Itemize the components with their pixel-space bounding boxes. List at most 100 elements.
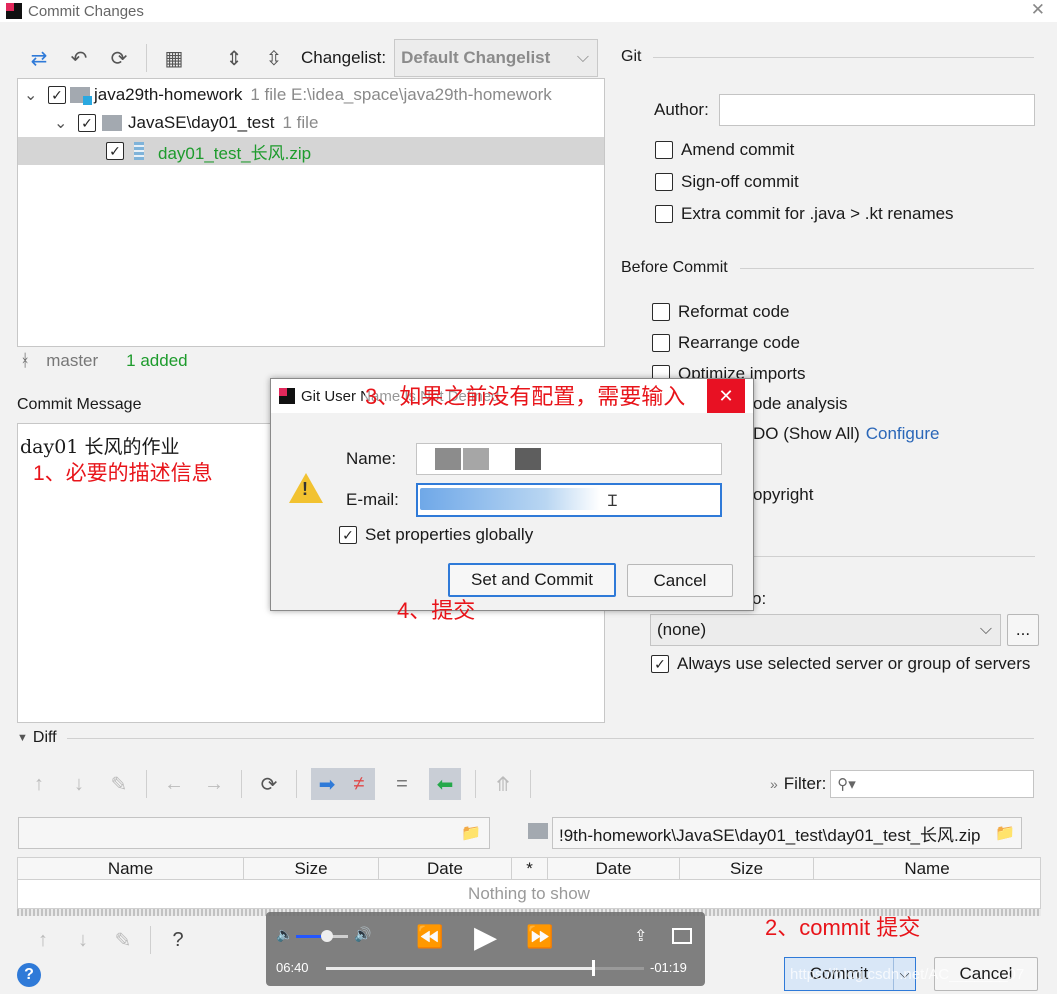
expand-chevron-icon[interactable]: ⌄: [24, 85, 40, 105]
column-header[interactable]: Name: [18, 858, 244, 879]
column-header[interactable]: Size: [244, 858, 379, 879]
diff-header: ▼ Diff: [17, 729, 1034, 747]
title-bar: Commit Changes ✕: [0, 0, 1057, 22]
volume-high-icon[interactable]: 🔊: [354, 926, 371, 943]
elapsed-time: 06:40: [276, 960, 309, 975]
copy-left-icon[interactable]: ⬅: [429, 768, 461, 800]
refresh-icon[interactable]: ⟳: [106, 45, 132, 71]
help-icon[interactable]: ?: [165, 927, 191, 953]
previous-difference-icon[interactable]: ↑: [26, 771, 52, 797]
playback-progress[interactable]: [326, 960, 644, 976]
column-header[interactable]: Date: [548, 858, 680, 879]
column-header[interactable]: Name: [814, 858, 1040, 879]
toolbar-divider: [146, 44, 147, 72]
collapse-all-icon[interactable]: ⇳: [261, 45, 287, 71]
configure-link[interactable]: Configure: [866, 424, 940, 444]
merge-icon[interactable]: ⤊: [490, 771, 516, 797]
picture-in-picture-icon[interactable]: [672, 928, 692, 944]
server-select[interactable]: (none) ⌵: [650, 614, 1001, 646]
dialog-close-icon[interactable]: ✕: [707, 379, 745, 413]
dialog-cancel-button[interactable]: Cancel: [627, 564, 733, 597]
branch-name[interactable]: master: [46, 351, 98, 371]
amend-commit-option[interactable]: Amend commit: [655, 134, 954, 166]
rollback-icon[interactable]: ↶: [66, 45, 92, 71]
checkbox[interactable]: [652, 333, 670, 352]
set-and-commit-button[interactable]: Set and Commit: [448, 563, 616, 597]
extra-commit-option[interactable]: Extra commit for .java > .kt renames: [655, 198, 954, 230]
tree-checkbox[interactable]: ✓: [78, 114, 96, 132]
column-header[interactable]: Date: [379, 858, 512, 879]
reformat-code-option[interactable]: Reformat code: [652, 296, 806, 327]
checkbox[interactable]: [655, 141, 673, 159]
window-close-icon[interactable]: ✕: [1031, 0, 1045, 20]
todo-label[interactable]: DO (Show All): [753, 424, 860, 444]
rewind-icon[interactable]: ⏪: [416, 924, 443, 950]
tree-node-label: day01_test_长风.zip: [158, 143, 312, 163]
tree-checkbox[interactable]: ✓: [106, 142, 124, 160]
rearrange-code-option[interactable]: Rearrange code: [652, 327, 806, 358]
edit-source-icon[interactable]: ✎: [110, 927, 136, 953]
compare-equal-icon[interactable]: ➡: [311, 768, 343, 800]
right-path-field[interactable]: !9th-homework\JavaSE\day01_test\day01_te…: [552, 817, 1022, 849]
copyright-label[interactable]: opyright: [753, 485, 813, 505]
column-header[interactable]: *: [512, 858, 548, 879]
fast-forward-icon[interactable]: ⏩: [526, 924, 553, 950]
archive-file-icon: [134, 142, 144, 160]
option-label: Rearrange code: [678, 332, 800, 352]
next-difference-icon[interactable]: ↓: [70, 927, 96, 953]
expand-chevron-icon[interactable]: ⌄: [54, 113, 70, 133]
changelist-select[interactable]: Default Changelist ⌵: [394, 39, 599, 77]
tree-node-project[interactable]: ⌄ ✓ java29th-homework 1 file E:\idea_spa…: [18, 81, 604, 109]
volume-low-icon[interactable]: 🔈: [276, 926, 293, 943]
volume-slider[interactable]: [296, 930, 348, 942]
server-more-button[interactable]: ...: [1007, 614, 1039, 646]
group-by-icon[interactable]: ▦: [161, 45, 187, 71]
code-analysis-label[interactable]: ode analysis: [753, 394, 848, 414]
folder-icon: [528, 823, 548, 839]
git-user-dialog: Git User Name Is Not Defined 3、如果之前没有配置，…: [270, 378, 754, 611]
checkbox[interactable]: [652, 302, 670, 321]
changes-tree: ⌄ ✓ java29th-homework 1 file E:\idea_spa…: [17, 78, 605, 347]
previous-file-icon[interactable]: ←: [161, 771, 187, 797]
next-difference-icon[interactable]: ↓: [66, 771, 92, 797]
branch-icon: ᚼ: [20, 351, 31, 370]
filter-input[interactable]: ⚲▾: [830, 770, 1035, 798]
sign-off-option[interactable]: Sign-off commit: [655, 166, 954, 198]
checkbox[interactable]: [655, 205, 673, 223]
folder-open-icon[interactable]: 📁: [995, 823, 1015, 843]
search-icon[interactable]: ⚲▾: [837, 775, 856, 793]
changes-toolbar: ⇄ ↶ ⟳ ▦ ⇕ ⇳ Changelist: Default Changeli…: [26, 39, 606, 77]
tree-checkbox[interactable]: ✓: [48, 86, 66, 104]
always-use-server-option[interactable]: ✓ Always use selected server or group of…: [651, 654, 1030, 674]
folder-open-icon[interactable]: 📁: [461, 823, 481, 843]
checkbox[interactable]: [655, 173, 673, 191]
move-changes-icon[interactable]: ⇄: [26, 45, 52, 71]
column-header[interactable]: Size: [680, 858, 814, 879]
refresh-icon[interactable]: ⟳: [256, 771, 282, 797]
share-icon[interactable]: ⇪: [634, 926, 647, 946]
left-path-field[interactable]: 📁: [18, 817, 490, 849]
edit-source-icon[interactable]: ✎: [106, 771, 132, 797]
set-globally-option[interactable]: ✓ Set properties globally: [339, 525, 533, 545]
compare-same-icon[interactable]: =: [389, 771, 415, 797]
play-icon[interactable]: ▶: [474, 920, 497, 955]
annotation-commit: 2、commit 提交: [765, 915, 921, 940]
previous-difference-icon[interactable]: ↑: [30, 927, 56, 953]
email-input[interactable]: Ɪ: [416, 483, 722, 517]
tree-node-file[interactable]: ✓ day01_test_长风.zip: [18, 137, 604, 165]
todo-row: DO (Show All) Configure: [753, 424, 939, 444]
name-input[interactable]: [416, 443, 722, 475]
help-button[interactable]: ?: [17, 963, 41, 987]
collapse-triangle-icon[interactable]: ▼: [17, 732, 28, 744]
author-input[interactable]: [718, 94, 1035, 126]
checkbox[interactable]: ✓: [651, 655, 669, 673]
diff-heading: Diff: [32, 729, 57, 746]
checkbox[interactable]: ✓: [339, 526, 357, 544]
tree-node-folder[interactable]: ⌄ ✓ JavaSE\day01_test 1 file: [18, 109, 604, 137]
git-options: Amend commit Sign-off commit Extra commi…: [655, 134, 954, 230]
expand-all-icon[interactable]: ⇕: [221, 45, 247, 71]
folder-icon: [70, 87, 92, 105]
option-label: Reformat code: [678, 301, 790, 321]
next-file-icon[interactable]: →: [201, 771, 227, 797]
compare-different-icon[interactable]: ≠: [343, 768, 375, 800]
